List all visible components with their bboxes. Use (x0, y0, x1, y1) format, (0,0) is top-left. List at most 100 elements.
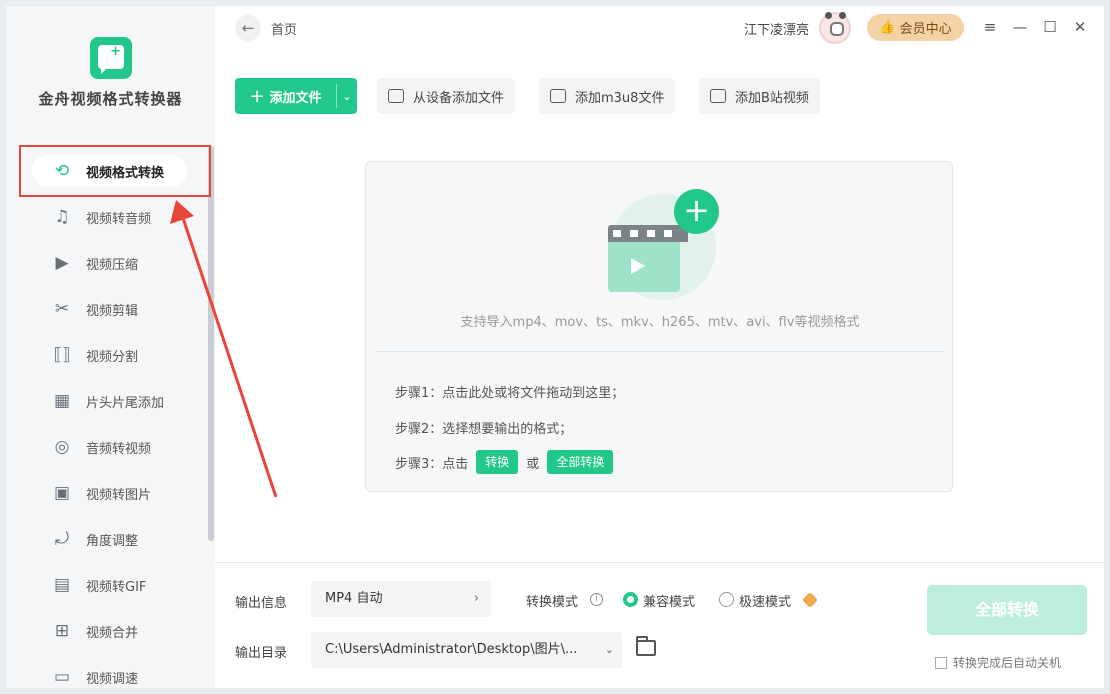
add-file-main[interactable]: + 添加文件 (235, 78, 336, 114)
output-info-label: 输出信息 (235, 596, 288, 611)
app-window: 金舟视频格式转换器 ⟲ 视频格式转换 ♫ 视频转音频 ▶ 视频压缩 ✂ 视频剪辑… (6, 6, 1104, 688)
vip-center-button[interactable]: 👍 会员中心 (867, 14, 964, 41)
convert-mode-label: 转换模式 (526, 595, 579, 610)
thumbs-up-icon: 👍 (879, 20, 896, 35)
add-from-device-button[interactable]: 从设备添加文件 (377, 78, 516, 114)
add-bilibili-label: 添加B站视频 (735, 90, 809, 106)
menu-icon[interactable]: ≡ (981, 18, 999, 36)
music-note-icon: ♫ (54, 207, 70, 227)
sidebar-item-label: 视频转音频 (86, 211, 152, 227)
add-file-label: 添加文件 (269, 90, 322, 106)
speed-icon: ▭ (53, 667, 71, 687)
sidebar-item-video-split[interactable]: ⟦⟧ 视频分割 (20, 332, 210, 378)
sidebar-item-label: 视频分割 (86, 349, 139, 365)
convert-all-button[interactable]: 全部转换 (927, 585, 1087, 635)
minimize-button[interactable]: — (1011, 18, 1029, 36)
sidebar-item-label: 视频调速 (86, 671, 139, 687)
mode-fast-label[interactable]: 极速模式 (739, 591, 791, 610)
app-title: 金舟视频格式转换器 (38, 90, 183, 108)
scissors-icon: ✂ (54, 299, 70, 319)
mode-compatible-radio[interactable] (623, 592, 638, 607)
add-bilibili-button[interactable]: 添加B站视频 (699, 78, 820, 114)
close-button[interactable]: ✕ (1071, 18, 1089, 36)
sidebar-scrollbar[interactable] (208, 146, 214, 541)
chevron-right-icon: › (473, 591, 479, 606)
sidebar-item-video-to-gif[interactable]: ▤ 视频转GIF (20, 562, 210, 608)
mode-fast-radio[interactable] (719, 592, 734, 607)
sidebar-item-video-to-audio[interactable]: ♫ 视频转音频 (20, 194, 210, 240)
step-1: 步骤1：点击此处或将文件拖动到这里； (395, 386, 625, 401)
vip-badge-icon (802, 592, 818, 608)
convert-all-tag: 全部转换 (547, 450, 614, 474)
info-icon[interactable]: i (590, 593, 603, 606)
chevron-down-icon: ⌄ (342, 89, 352, 103)
sidebar-item-label: 视频压缩 (86, 257, 139, 273)
divider (215, 562, 1104, 563)
checkbox-icon[interactable] (935, 656, 947, 669)
merge-icon: ⊞ (54, 621, 70, 641)
sidebar-item-audio-to-video[interactable]: ◎ 音频转视频 (20, 424, 210, 470)
sidebar-item-label: 视频转图片 (86, 487, 152, 503)
chevron-down-icon: ⌄ (604, 643, 614, 656)
device-icon (388, 89, 404, 103)
bilibili-icon (710, 89, 726, 103)
sidebar-item-label: 音频转视频 (86, 441, 152, 457)
sidebar-item-video-edit[interactable]: ✂ 视频剪辑 (20, 286, 210, 332)
breadcrumb: 首页 (271, 23, 298, 38)
step-3-or: 或 (526, 456, 540, 472)
add-from-device-label: 从设备添加文件 (413, 90, 505, 106)
step-3: 步骤3：点击 转换 或 全部转换 (395, 450, 621, 474)
split-icon: ⟦⟧ (53, 345, 71, 365)
avatar[interactable] (819, 12, 851, 44)
disc-icon: ◎ (54, 437, 70, 457)
sidebar-item-video-merge[interactable]: ⊞ 视频合并 (20, 608, 210, 654)
sidebar-item-video-speed[interactable]: ▭ 视频调速 (20, 654, 210, 688)
sidebar-item-label: 视频合并 (86, 625, 139, 641)
sidebar: 金舟视频格式转换器 ⟲ 视频格式转换 ♫ 视频转音频 ▶ 视频压缩 ✂ 视频剪辑… (6, 6, 215, 688)
auto-shutdown-checkbox[interactable]: 转换完成后自动关机 (935, 654, 1061, 671)
add-plus-icon[interactable]: + (674, 189, 719, 234)
sidebar-nav: ⟲ 视频格式转换 ♫ 视频转音频 ▶ 视频压缩 ✂ 视频剪辑 ⟦⟧ 视频分割 ▦… (20, 148, 210, 688)
app-logo-icon (90, 37, 132, 79)
step-3-prefix: 步骤3：点击 (395, 456, 469, 472)
sidebar-item-label: 片头片尾添加 (86, 395, 165, 411)
divider (376, 351, 944, 352)
output-dir-label: 输出目录 (235, 646, 288, 661)
sidebar-item-label: 视频剪辑 (86, 303, 139, 319)
output-dir-value: C:\Users\Administrator\Desktop\图片\... (325, 642, 578, 657)
annotation-highlight-box (19, 145, 211, 197)
folder-icon[interactable] (636, 636, 656, 656)
output-format-select[interactable]: MP4 自动 › (311, 581, 491, 617)
supported-formats-text: 支持导入mp4、mov、ts、mkv、h265、mtv、avi、flv等视频格式 (460, 315, 860, 330)
maximize-button[interactable]: ☐ (1041, 18, 1059, 36)
compress-icon: ▶ (55, 253, 69, 273)
output-format-value: MP4 自动 (325, 591, 383, 606)
sidebar-item-rotate[interactable]: ⤾ 角度调整 (20, 516, 210, 562)
sidebar-item-video-to-image[interactable]: ▣ 视频转图片 (20, 470, 210, 516)
add-file-dropdown[interactable]: ⌄ (337, 90, 357, 103)
file-drop-area[interactable]: + 支持导入mp4、mov、ts、mkv、h265、mtv、avi、flv等视频… (365, 161, 953, 492)
plus-icon: + (249, 85, 265, 107)
film-icon: ▦ (53, 391, 71, 411)
back-button[interactable]: ← (235, 15, 261, 41)
vip-center-label: 会员中心 (899, 22, 952, 37)
add-file-button[interactable]: + 添加文件 ⌄ (235, 78, 357, 114)
convert-tag: 转换 (476, 450, 519, 474)
sidebar-item-label: 角度调整 (86, 533, 139, 549)
add-m3u8-label: 添加m3u8文件 (575, 90, 665, 106)
output-dir-select[interactable]: C:\Users\Administrator\Desktop\图片\... ⌄ (311, 632, 622, 668)
image-icon: ▣ (53, 483, 71, 503)
sidebar-item-video-compress[interactable]: ▶ 视频压缩 (20, 240, 210, 286)
auto-shutdown-label: 转换完成后自动关机 (953, 656, 1062, 670)
video-file-icon (608, 225, 688, 297)
step-2: 步骤2：选择想要输出的格式； (395, 422, 573, 437)
arrow-left-icon: ← (241, 19, 255, 37)
mode-compatible-label[interactable]: 兼容模式 (643, 591, 695, 610)
sidebar-item-label: 视频转GIF (86, 579, 147, 595)
sidebar-item-intro-outro[interactable]: ▦ 片头片尾添加 (20, 378, 210, 424)
add-m3u8-button[interactable]: 添加m3u8文件 (539, 78, 676, 114)
play-box-icon (550, 89, 566, 103)
rotate-icon: ⤾ (54, 529, 70, 549)
username[interactable]: 江下凌漂亮 (744, 19, 809, 38)
gif-icon: ▤ (53, 575, 71, 595)
